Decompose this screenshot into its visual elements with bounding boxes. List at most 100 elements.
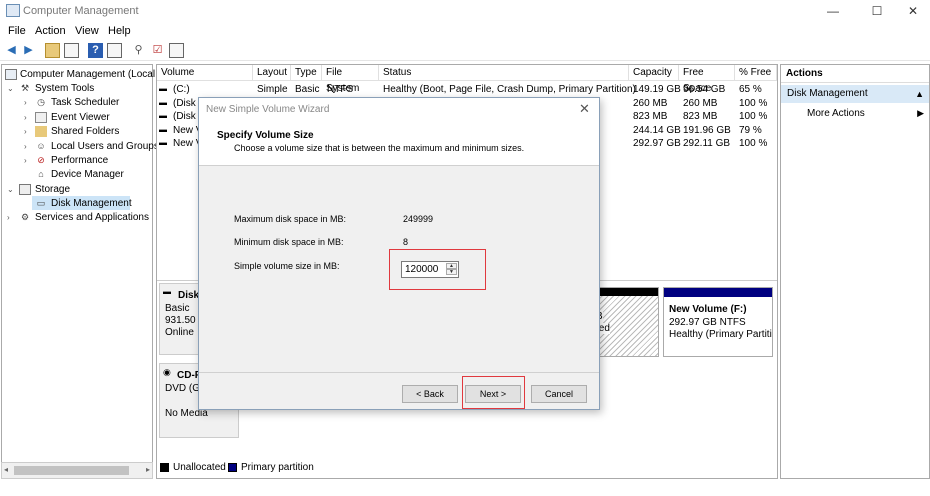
disk-label: Disk bbox=[178, 290, 200, 301]
table-cell: 260 MB bbox=[683, 98, 718, 109]
actions-header: Actions bbox=[781, 65, 929, 83]
unallocated-bar bbox=[594, 288, 658, 296]
computer-icon bbox=[5, 69, 17, 80]
close-button[interactable]: ✕ bbox=[898, 2, 928, 20]
legend-unallocated: Unallocated bbox=[173, 462, 226, 473]
table-cell: 100 % bbox=[739, 111, 768, 122]
column-header-status[interactable]: Status bbox=[379, 65, 629, 81]
expand-chevron-icon[interactable]: › bbox=[24, 156, 27, 165]
decrement-arrow-icon[interactable]: ▼ bbox=[446, 269, 457, 275]
disk-icon: ▬ bbox=[163, 287, 171, 296]
event-viewer-icon bbox=[35, 112, 47, 123]
up-folder-icon[interactable] bbox=[45, 43, 60, 58]
properties-pane-icon[interactable] bbox=[107, 43, 122, 58]
tree-storage[interactable]: Storage bbox=[35, 184, 70, 195]
volume-size-stepper[interactable]: 120000 ▲ ▼ bbox=[401, 261, 459, 278]
disc-icon: ◉ bbox=[163, 367, 171, 377]
column-header-free-space[interactable]: Free Space bbox=[679, 65, 735, 94]
collapse-chevron-icon[interactable]: ⌄ bbox=[7, 185, 14, 194]
expand-chevron-icon[interactable]: › bbox=[24, 142, 27, 151]
disk-icon: ▭ bbox=[36, 198, 46, 208]
column-header-layout[interactable]: Layout bbox=[253, 65, 291, 81]
tree-local-users[interactable]: Local Users and Groups bbox=[51, 141, 159, 152]
key-icon[interactable]: ⚲ bbox=[131, 43, 146, 58]
performance-icon: ⊘ bbox=[37, 155, 45, 165]
help-icon[interactable]: ? bbox=[88, 43, 103, 58]
menu-file[interactable]: File bbox=[8, 25, 26, 37]
wizard-heading: Specify Volume Size bbox=[217, 130, 314, 141]
volume-icon: ▬ bbox=[159, 98, 167, 107]
unallocated-swatch bbox=[160, 463, 169, 472]
tree-system-tools[interactable]: System Tools bbox=[35, 83, 94, 94]
forward-arrow-icon[interactable]: ▶ bbox=[21, 43, 36, 58]
volume-icon: ▬ bbox=[159, 84, 167, 93]
tree-device-manager[interactable]: Device Manager bbox=[51, 169, 124, 180]
tree-shared-folders[interactable]: Shared Folders bbox=[51, 126, 119, 137]
wizard-header: Specify Volume Size Choose a volume size… bbox=[199, 120, 599, 166]
column-header-file-system[interactable]: File System bbox=[322, 65, 379, 94]
list-view-icon[interactable] bbox=[169, 43, 184, 58]
next-button[interactable]: Next > bbox=[465, 385, 521, 403]
wizard-close-icon[interactable]: ✕ bbox=[579, 101, 590, 117]
table-cell: 96.54 GB bbox=[683, 84, 726, 95]
partition-size: 292.97 GB NTFS bbox=[669, 317, 746, 328]
disk-status: Online bbox=[165, 327, 194, 338]
menu-view[interactable]: View bbox=[75, 25, 99, 37]
table-cell: 149.19 GB bbox=[633, 84, 681, 95]
tree-root[interactable]: Computer Management (Local bbox=[20, 69, 155, 80]
volume-icon: ▬ bbox=[159, 138, 167, 147]
tree-event-viewer[interactable]: Event Viewer bbox=[51, 112, 110, 123]
navigation-tree: Computer Management (Local ⌄ ⚒ System To… bbox=[1, 64, 159, 479]
tree-performance[interactable]: Performance bbox=[51, 155, 108, 166]
expand-chevron-icon[interactable]: › bbox=[24, 98, 27, 107]
scroll-left-icon[interactable]: ◂ bbox=[4, 465, 8, 474]
tree-disk-management[interactable]: Disk Management bbox=[51, 198, 132, 209]
show-hide-tree-icon[interactable] bbox=[64, 43, 79, 58]
partition-box[interactable]: B ted bbox=[593, 287, 659, 357]
column-header-capacity[interactable]: Capacity bbox=[629, 65, 679, 81]
tools-icon: ⚒ bbox=[20, 83, 30, 93]
table-cell[interactable]: (C:) bbox=[173, 84, 190, 95]
title-bar: Computer Management — ☐ ✕ bbox=[0, 0, 930, 22]
cancel-button[interactable]: Cancel bbox=[531, 385, 587, 403]
min-space-value: 8 bbox=[403, 237, 409, 247]
table-cell: 823 MB bbox=[633, 111, 668, 122]
table-cell: 100 % bbox=[739, 98, 768, 109]
back-button[interactable]: < Back bbox=[402, 385, 458, 403]
volume-size-value[interactable]: 120000 bbox=[405, 264, 438, 275]
partition-title: New Volume (F:) bbox=[669, 304, 747, 315]
expand-chevron-icon[interactable]: › bbox=[24, 113, 27, 122]
wizard-title-bar: New Simple Volume Wizard ✕ bbox=[199, 98, 599, 120]
primary-partition-bar bbox=[664, 288, 772, 297]
table-cell: Basic bbox=[295, 84, 320, 95]
tree-task-scheduler[interactable]: Task Scheduler bbox=[51, 97, 119, 108]
back-arrow-icon[interactable]: ◀ bbox=[4, 43, 19, 58]
toolbar: ◀ ▶ ? ⚲ ☑ bbox=[0, 41, 930, 61]
scrollbar-thumb[interactable] bbox=[14, 466, 129, 475]
column-header-type[interactable]: Type bbox=[291, 65, 322, 81]
expand-chevron-icon[interactable]: ⌄ bbox=[7, 84, 14, 93]
more-actions-link[interactable]: More Actions bbox=[807, 108, 865, 119]
actions-section-disk-management[interactable]: Disk Management ▲ bbox=[781, 85, 929, 103]
menu-action[interactable]: Action bbox=[35, 25, 66, 37]
menu-help[interactable]: Help bbox=[108, 25, 131, 37]
new-volume-f-partition[interactable]: New Volume (F:) 292.97 GB NTFS Healthy (… bbox=[663, 287, 773, 357]
expand-chevron-icon[interactable]: › bbox=[24, 127, 27, 136]
collapse-up-icon[interactable]: ▲ bbox=[915, 85, 924, 103]
tree-services[interactable]: Services and Applications bbox=[35, 212, 149, 223]
column-header-percent-free[interactable]: % Free bbox=[735, 65, 777, 81]
primary-partition-swatch bbox=[228, 463, 237, 472]
minimize-button[interactable]: — bbox=[818, 2, 848, 20]
table-cell: 191.96 GB bbox=[683, 125, 731, 136]
expand-chevron-icon[interactable]: › bbox=[7, 213, 10, 222]
new-simple-volume-wizard: New Simple Volume Wizard ✕ Specify Volum… bbox=[198, 97, 600, 410]
chevron-right-icon[interactable]: ▶ bbox=[917, 108, 924, 119]
tree-horizontal-scrollbar[interactable]: ◂ ▸ bbox=[1, 462, 153, 479]
disk-type: Basic bbox=[165, 303, 190, 314]
column-header-volume[interactable]: Volume bbox=[157, 65, 253, 81]
scroll-right-icon[interactable]: ▸ bbox=[146, 465, 150, 474]
check-icon[interactable]: ☑ bbox=[150, 43, 165, 58]
volume-icon: ▬ bbox=[159, 125, 167, 134]
volume-icon: ▬ bbox=[159, 111, 167, 120]
maximize-button[interactable]: ☐ bbox=[862, 2, 892, 20]
